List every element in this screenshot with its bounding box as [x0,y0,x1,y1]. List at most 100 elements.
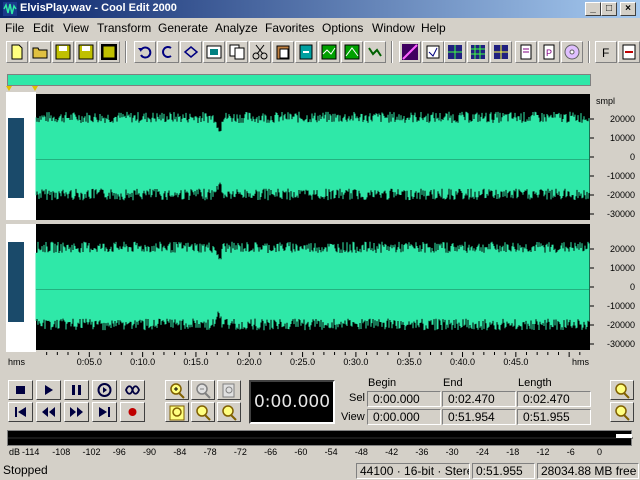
play-to-end-button[interactable] [92,380,117,400]
play-button[interactable] [36,380,61,400]
repeat-icon[interactable] [157,41,179,63]
view-begin-field[interactable]: 0:00.000 [367,409,441,425]
menu-window[interactable]: Window [372,21,415,35]
save-selection-icon[interactable] [98,41,120,63]
grid-icon[interactable] [422,41,444,63]
play-looped-icon [97,383,112,397]
cue-icon[interactable] [467,41,489,63]
waveform-canvas[interactable]: smpl 20000 10000 0 -10000 -20000 -30000 20000 10… [6,92,636,372]
meter-tick-label: -84 [173,447,187,457]
menu-generate[interactable]: Generate [158,21,208,35]
record-button-icon [128,408,137,416]
close-button[interactable]: × [620,2,636,16]
open-file-icon[interactable] [29,41,51,63]
zoom-out-button[interactable] [191,380,215,400]
record-button[interactable] [120,402,145,422]
window-title: ElvisPlay.wav - Cool Edit 2000 [20,2,177,14]
zoom-to-selection-button[interactable] [191,402,215,422]
waveform-view-icon[interactable] [399,41,421,63]
trim-icon[interactable] [295,41,317,63]
record-icon[interactable] [318,41,340,63]
zoom-to-right-button[interactable] [217,402,241,422]
meter-tick-label: -72 [233,447,247,457]
toolbar-separator [391,41,393,63]
meter-tick-label: -48 [354,447,368,457]
fast-forward-icon [70,407,83,417]
menu-transform[interactable]: Transform [97,21,151,35]
menu-help[interactable]: Help [421,21,446,35]
time-unit-label-right: hms [572,357,590,367]
waveform-view[interactable]: smpl 20000 10000 0 -10000 -20000 -30000 20000 10… [6,92,636,372]
left-waveform-trace [35,111,590,201]
end-header: End [443,377,463,389]
meter-unit-label: dB [9,447,21,457]
menu-favorites[interactable]: Favorites [265,21,314,35]
meter-scale: dB -114 -108 -102 -96 -90 -84 -78 -72 -66 -60 -54 -4… [7,447,632,459]
select-icon[interactable] [203,41,225,63]
amp-tick-label: 0 [630,282,635,292]
zoom-full-icon [222,383,235,398]
amp-tick-label: -10000 [607,301,635,311]
zoom-in-vertical-icon [615,383,630,399]
favorites-icon[interactable]: P [538,41,560,63]
meter-tick-label: -12 [536,447,550,457]
sel-begin-field[interactable]: 0:00.000 [367,391,441,407]
undo-icon[interactable] [134,41,156,63]
pause-icon [72,385,81,395]
amp-tick-label: -20000 [607,190,635,200]
meter-tick-label: -90 [143,447,157,457]
go-to-end-button[interactable] [92,402,117,422]
sel-length-field[interactable]: 0:02.470 [517,391,591,407]
menu-view[interactable]: View [63,21,89,35]
title-bar[interactable]: ElvisPlay.wav - Cool Edit 2000 _ □ × [0,0,640,18]
zoom-in-vertical-button[interactable] [610,380,634,400]
level-meter [7,430,633,446]
zoom-selection-right-icon [222,405,237,421]
view-label: View [341,411,365,423]
meter-tick-label: -24 [475,447,489,457]
menu-edit[interactable]: Edit [33,21,54,35]
loop-button[interactable] [120,380,145,400]
save-all-icon[interactable] [75,41,97,63]
toolbar-separator [125,41,127,63]
zoom-selection-left-icon [169,405,185,421]
copy-icon[interactable] [226,41,248,63]
mix-paste-icon[interactable] [180,41,202,63]
spectral-view-icon[interactable] [364,41,386,63]
snap-icon[interactable] [444,41,466,63]
menu-options[interactable]: Options [322,21,363,35]
save-icon[interactable] [52,41,74,63]
right-waveform-trace [35,241,590,331]
pause-button[interactable] [64,380,89,400]
stop-button[interactable] [8,380,33,400]
envelope-icon[interactable] [341,41,363,63]
maximize-button[interactable]: □ [601,2,617,16]
amp-tick-label: 10000 [610,263,635,273]
script-icon[interactable] [515,41,537,63]
minimize-button[interactable]: _ [585,2,601,16]
overview-bar[interactable] [7,74,591,86]
play-list-icon[interactable] [490,41,512,63]
time-tick-label: 0:35.0 [397,357,422,367]
fast-forward-button[interactable] [64,402,89,422]
rewind-button[interactable] [36,402,61,422]
zoom-full-button[interactable] [217,380,241,400]
view-end-field[interactable]: 0:51.954 [442,409,516,425]
amp-tick-label: -10000 [607,171,635,181]
spectral-icon[interactable] [618,41,640,63]
view-length-field[interactable]: 0:51.955 [517,409,591,425]
menu-analyze[interactable]: Analyze [215,21,258,35]
sel-end-field[interactable]: 0:02.470 [442,391,516,407]
cut-icon[interactable] [249,41,271,63]
new-file-icon[interactable] [6,41,28,63]
menu-file[interactable]: File [5,21,24,35]
paste-icon[interactable] [272,41,294,63]
frequency-analysis-icon[interactable]: F [595,41,617,63]
zoom-to-left-button[interactable] [165,402,189,422]
zoom-in-button[interactable] [165,380,189,400]
zoom-out-vertical-button[interactable] [610,402,634,422]
time-tick-label: 0:25.0 [290,357,315,367]
go-to-start-button[interactable] [8,402,33,422]
length-header: Length [518,377,552,389]
cd-icon[interactable] [561,41,583,63]
